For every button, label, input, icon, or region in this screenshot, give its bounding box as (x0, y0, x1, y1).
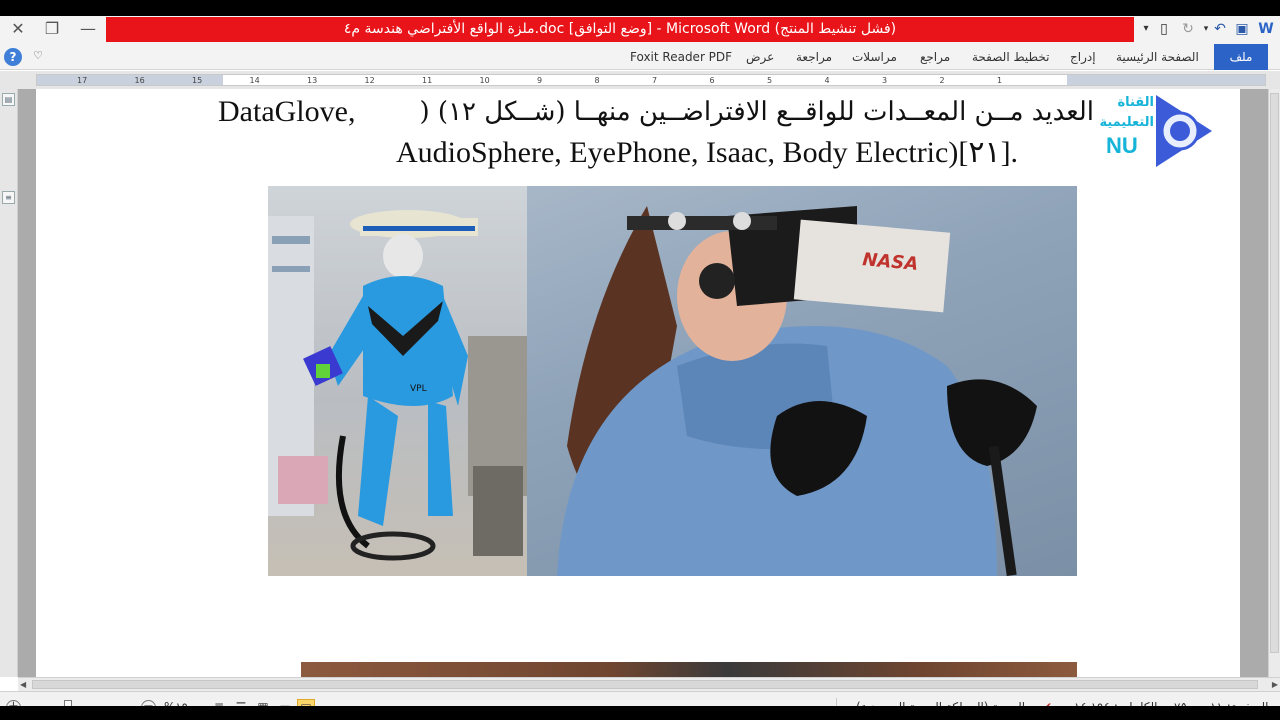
close-icon[interactable]: ✕ (6, 18, 30, 40)
word-count[interactable]: الكلمات: ١٤،١٩٤ (1074, 692, 1157, 706)
word-app-icon: W (1258, 21, 1274, 37)
tab-page-layout[interactable]: تخطيط الصفحة (972, 44, 1049, 70)
ruler-tick-label: 16 (134, 76, 145, 85)
vertical-ruler: ▤ ≡ (0, 89, 18, 677)
window-title: ملزة الواقع الأفتراضي هندسة م٤.doc [وضع … (106, 17, 1134, 42)
tab-foxit[interactable]: Foxit Reader PDF (630, 44, 732, 70)
ruler-tick-label: 11 (422, 76, 433, 85)
ruler-toggle-icon[interactable]: ▤ (2, 93, 15, 106)
tab-mailings[interactable]: مراسلات (852, 44, 897, 70)
tab-references[interactable]: مراجع (920, 44, 950, 70)
vertical-ruler-marker-icon: ≡ (2, 191, 15, 204)
ruler-tick-label: 17 (77, 76, 88, 85)
draft-view-icon[interactable]: ≣ (210, 699, 228, 706)
ruler-tick-label: 2 (939, 76, 945, 85)
ruler-tick-label: 12 (364, 76, 375, 85)
help-icon[interactable]: ? (4, 48, 22, 66)
status-separator (836, 698, 837, 706)
ruler-tick-label: 9 (537, 76, 543, 85)
minimize-icon[interactable]: — (76, 18, 100, 40)
zoom-level[interactable]: %١٩٠ (164, 692, 195, 706)
full-screen-reading-icon[interactable]: ▭ (276, 699, 294, 706)
customize-qat-icon[interactable]: ▾ (1136, 19, 1156, 39)
page-indicator[interactable]: الصفحة: ١١ من ٧٥ (1174, 692, 1269, 706)
ruler-tick-label: 7 (652, 76, 658, 85)
channel-watermark: القناة التعليمية NU (1086, 89, 1214, 173)
undo-icon[interactable]: ↶ (1210, 19, 1230, 39)
zoom-out-icon[interactable]: − (141, 700, 156, 706)
vpl-label: VPL (410, 384, 427, 394)
web-layout-icon[interactable]: ▦ (254, 699, 272, 706)
vertical-scrollbar[interactable] (1268, 89, 1280, 677)
ruler-tick-label: 3 (882, 76, 888, 85)
collapse-ribbon-icon[interactable]: ♡ (30, 48, 46, 64)
vertical-scroll-thumb[interactable] (1270, 93, 1279, 653)
watermark-text-3: NU (1106, 133, 1138, 158)
ruler-tick-label: 13 (307, 76, 318, 85)
tab-insert[interactable]: إدراج (1070, 44, 1096, 70)
print-layout-icon[interactable]: ▤ (297, 699, 315, 706)
window-controls: ✕ ❐ — (0, 16, 106, 44)
text-line-1-arabic: العديد مــن المعــدات للواقــع الافتراضـ… (419, 97, 1094, 127)
nasa-headset-illustration: NASA (557, 206, 1037, 576)
ruler-tick-label: 14 (249, 76, 260, 85)
restore-icon[interactable]: ❐ (40, 18, 64, 40)
save-icon[interactable]: ▣ (1232, 19, 1252, 39)
new-document-icon[interactable]: ▯ (1154, 19, 1174, 39)
ruler-tick-label: 8 (594, 76, 600, 85)
tab-file[interactable]: ملف (1214, 44, 1268, 70)
title-bar: ✕ ❐ — ملزة الواقع الأفتراضي هندسة م٤.doc… (0, 16, 1280, 44)
tab-home[interactable]: الصفحة الرئيسية (1116, 44, 1199, 70)
document-page[interactable]: DataGlove, العديد مــن المعــدات للواقــ… (36, 89, 1240, 682)
horizontal-ruler: 17 16 15 14 13 12 11 10 9 8 7 6 5 4 3 2 1 (0, 71, 1280, 89)
ruler-tick-label: 1 (997, 76, 1003, 85)
vpl-suit-photo[interactable]: VPL (268, 186, 527, 576)
zoom-in-icon[interactable]: + (6, 700, 21, 706)
ruler-tick-label: 5 (767, 76, 773, 85)
horizontal-scrollbar[interactable]: ◀ ▶ (18, 677, 1280, 691)
language-indicator[interactable]: العربية (المملكة العربية السعودية) (856, 692, 1025, 706)
ruler-right-margin (1067, 75, 1265, 85)
vpl-suit-illustration: VPL (268, 210, 527, 561)
watermark-text-2: التعليمية (1099, 115, 1154, 130)
ruler-tick-label: 6 (709, 76, 715, 85)
quick-access-toolbar: ▾ ▯ ↻ ▾ ↶ ▣ W (1134, 16, 1280, 44)
document-area: DataGlove, العديد مــن المعــدات للواقــ… (18, 89, 1268, 682)
scroll-left-icon[interactable]: ◀ (20, 680, 26, 689)
text-line-1-latin: DataGlove, (218, 95, 356, 128)
scroll-right-icon[interactable]: ▶ (1272, 680, 1278, 689)
text-line-2: AudioSphere, EyePhone, Isaac, Body Elect… (396, 136, 1019, 169)
tab-review[interactable]: مراجعة (796, 44, 832, 70)
status-bar: + − %١٩٠ ≣ ☰ ▦ ▭ ▤ العربية (المملكة العر… (0, 691, 1280, 706)
nasa-headset-photo[interactable]: NASA (527, 186, 1077, 576)
tab-view[interactable]: عرض (746, 44, 774, 70)
repeat-icon[interactable]: ↻ (1178, 19, 1198, 39)
ruler-scale[interactable]: 17 16 15 14 13 12 11 10 9 8 7 6 5 4 3 2 1 (36, 74, 1266, 86)
ruler-tick-label: 15 (192, 76, 203, 85)
zoom-slider-thumb[interactable] (64, 700, 72, 706)
watermark-text-1: القناة (1117, 95, 1154, 110)
outline-view-icon[interactable]: ☰ (232, 699, 250, 706)
proofing-icon[interactable]: ✔ (1038, 699, 1056, 706)
ribbon-tabs: ? ♡ Foxit Reader PDF عرض مراجعة مراسلات … (0, 44, 1280, 70)
ruler-tick-label: 4 (824, 76, 830, 85)
horizontal-scroll-thumb[interactable] (32, 680, 1258, 689)
word-window: ✕ ❐ — ملزة الواقع الأفتراضي هندسة م٤.doc… (0, 16, 1280, 706)
ruler-tick-label: 10 (479, 76, 490, 85)
